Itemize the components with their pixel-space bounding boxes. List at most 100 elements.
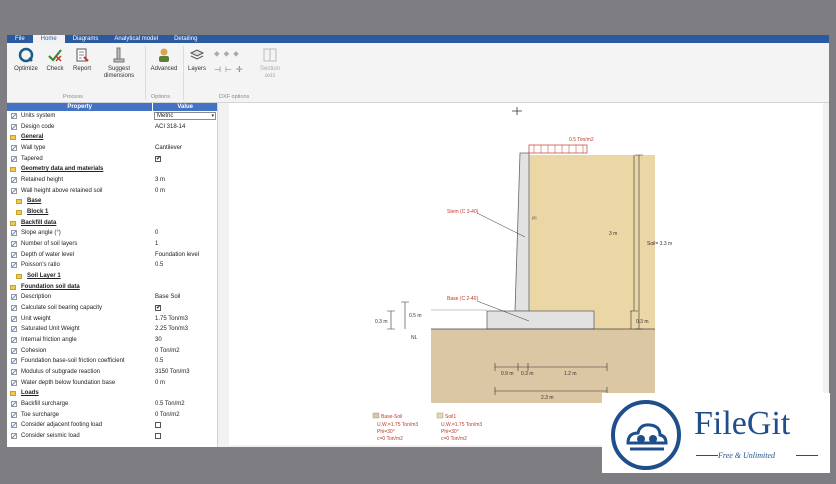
advanced-user-icon	[159, 48, 169, 62]
menu-analytical-model[interactable]: Analytical model	[106, 35, 166, 43]
property-row[interactable]: Description Base Soil	[7, 292, 217, 303]
suggest-label: Suggest dimensions	[103, 66, 135, 79]
base-thickness-label: 0.3 m	[636, 319, 649, 325]
property-row[interactable]: Toe surcharge 0 Ton/m2	[7, 410, 217, 421]
property-checkbox[interactable]: ✔	[155, 305, 161, 312]
divider	[796, 455, 818, 456]
property-edit-icon	[11, 145, 17, 152]
property-value[interactable]: 30	[155, 335, 162, 346]
property-label: Poisson's ratio	[21, 262, 60, 269]
menu-file[interactable]: File	[7, 35, 33, 43]
section-axis-button[interactable]: Section axis	[255, 47, 285, 80]
property-row[interactable]: Foundation base-soil friction coefficien…	[7, 356, 217, 367]
property-section[interactable]: Block 1	[7, 207, 217, 218]
property-row[interactable]: Depth of water level Foundation level	[7, 250, 217, 261]
report-button[interactable]: Report	[69, 47, 95, 73]
property-checkbox[interactable]: ✔	[155, 155, 161, 162]
folder-icon	[10, 284, 16, 290]
property-section[interactable]: General	[7, 132, 217, 143]
legend-base-c: c=0 Ton/m2	[377, 436, 403, 442]
property-row[interactable]: Retained height 3 m	[7, 175, 217, 186]
suggest-dimensions-button[interactable]: Suggest dimensions	[101, 47, 137, 80]
property-edit-icon	[11, 294, 17, 301]
stem-label: Stem (C 3-40)	[447, 209, 479, 215]
property-row[interactable]: Tapered ✔	[7, 154, 217, 165]
property-value[interactable]: 0 Ton/m2	[155, 410, 180, 421]
property-row[interactable]: Backfill surcharge 0.5 Ton/m2	[7, 399, 217, 410]
property-value[interactable]: 0.5	[155, 356, 163, 367]
property-value[interactable]: 0.5 Ton/m2	[155, 399, 185, 410]
property-row[interactable]: Modulus of subgrade reaction 3150 Ton/m3	[7, 367, 217, 378]
group-options: Options	[151, 94, 170, 100]
property-row[interactable]: Consider adjacent footing load	[7, 420, 217, 431]
property-row[interactable]: Design code ACI 318-14	[7, 122, 217, 133]
property-edit-icon	[11, 177, 17, 184]
optimize-button[interactable]: Optimize	[9, 47, 43, 73]
property-value[interactable]: 0 m	[155, 378, 165, 389]
property-edit-icon	[11, 347, 17, 354]
property-row[interactable]: Wall height above retained soil 0 m	[7, 186, 217, 197]
folder-icon	[10, 220, 16, 226]
property-value[interactable]: 0.5	[155, 260, 163, 271]
property-label: Foundation soil data	[21, 283, 80, 290]
folder-icon	[16, 210, 22, 216]
units-select[interactable]: Metric ▾	[154, 112, 216, 120]
property-value[interactable]: 0	[155, 228, 158, 239]
property-value[interactable]: 0 Ton/m2	[155, 346, 180, 357]
property-section[interactable]: Soil Layer 1	[7, 271, 217, 282]
property-row[interactable]: Calculate soil bearing capacity ✔	[7, 303, 217, 314]
property-section[interactable]: Foundation soil data	[7, 282, 217, 293]
header-property: Property	[67, 104, 92, 110]
property-value[interactable]: 3 m	[155, 175, 165, 186]
property-value[interactable]: 1.75 Ton/m3	[155, 314, 188, 325]
property-row[interactable]: Consider seismic load	[7, 431, 217, 442]
property-row[interactable]: Cohesion 0 Ton/m2	[7, 346, 217, 357]
dxf-align-icons[interactable]: ⊣⊢✛	[214, 65, 247, 74]
property-checkbox[interactable]	[155, 433, 161, 440]
menu-detailing[interactable]: Detailing	[166, 35, 205, 43]
toe-depth-dim	[401, 301, 409, 329]
property-section[interactable]: Loads	[7, 388, 217, 399]
optimize-icon	[18, 47, 34, 63]
property-value[interactable]: 0 m	[155, 186, 165, 197]
property-row[interactable]: Number of soil layers 1	[7, 239, 217, 250]
property-row[interactable]: Units system Metric ▾	[7, 111, 217, 122]
property-section[interactable]: Backfill data	[7, 218, 217, 229]
property-row[interactable]: Water depth below foundation base 0 m	[7, 378, 217, 389]
advanced-button[interactable]: Advanced	[147, 47, 181, 73]
property-value[interactable]: Base Soil	[155, 292, 180, 303]
property-section[interactable]: Geometry data and materials	[7, 164, 217, 175]
layers-icon	[189, 49, 205, 60]
property-row[interactable]: Unit weight 1.75 Ton/m3	[7, 314, 217, 325]
wall-base[interactable]	[486, 310, 595, 330]
property-row[interactable]: Saturated Unit Weight 2.25 Ton/m3	[7, 324, 217, 335]
property-edit-icon	[11, 422, 17, 429]
property-value[interactable]: 2.25 Ton/m3	[155, 324, 188, 335]
property-label: Soil Layer 1	[27, 273, 61, 280]
menu-diagrams[interactable]: Diagrams	[65, 35, 107, 43]
menu-home[interactable]: Home	[32, 35, 65, 43]
layers-button[interactable]: Layers	[185, 47, 209, 73]
property-row[interactable]: Wall type Cantilever	[7, 143, 217, 154]
property-value[interactable]: 1	[155, 239, 158, 250]
property-edit-icon	[11, 241, 17, 248]
property-row[interactable]: Slope angle (°) 0	[7, 228, 217, 239]
property-value[interactable]: ACI 318-14	[155, 122, 185, 133]
property-label: Slope angle (°)	[21, 230, 61, 237]
legend-base-swatch	[372, 412, 380, 419]
property-edit-icon	[11, 305, 17, 312]
filegit-subtitle: Free & Unlimited	[718, 451, 776, 460]
surcharge-load[interactable]	[528, 144, 588, 154]
property-value[interactable]: 3150 Ton/m3	[155, 367, 190, 378]
property-section[interactable]: Base	[7, 196, 217, 207]
check-button[interactable]: Check	[43, 47, 67, 73]
property-value[interactable]: Cantilever	[155, 143, 182, 154]
property-row[interactable]: Internal friction angle 30	[7, 335, 217, 346]
property-edit-icon	[11, 155, 17, 162]
chevron-down-icon: ▾	[211, 113, 214, 119]
property-checkbox[interactable]	[155, 422, 161, 429]
property-value[interactable]: Foundation level	[155, 250, 199, 261]
property-row[interactable]: Poisson's ratio 0.5	[7, 260, 217, 271]
wall-stem[interactable]	[514, 152, 530, 312]
dxf-small-icons[interactable]: ⬥⬥⬥	[214, 49, 243, 59]
